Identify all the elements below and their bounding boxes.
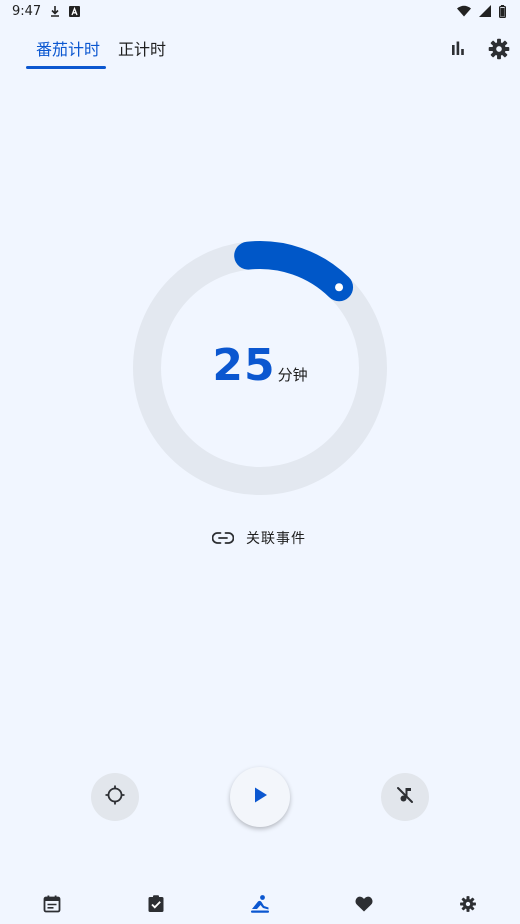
download-icon <box>49 5 61 17</box>
task-check-icon <box>146 894 166 914</box>
focus-mode-button[interactable] <box>91 773 139 821</box>
status-left: 9:47 <box>12 3 81 19</box>
music-off-icon <box>394 784 416 810</box>
timer-ring-progress <box>234 241 354 302</box>
tab-count-up-timer[interactable]: 正计时 <box>118 36 166 64</box>
tab-selected-indicator <box>26 66 106 69</box>
focus-person-icon <box>249 893 271 915</box>
gear-icon <box>458 894 478 914</box>
nav-settings[interactable] <box>456 892 480 916</box>
statistics-button[interactable] <box>445 36 471 62</box>
nav-favorites[interactable] <box>352 892 376 916</box>
background-sound-button[interactable] <box>381 773 429 821</box>
crosshair-icon <box>104 784 126 810</box>
bottom-navigation <box>0 880 520 924</box>
play-icon <box>250 785 270 809</box>
timer-minutes-value: 25 <box>212 340 276 391</box>
settings-button[interactable] <box>486 36 512 62</box>
start-timer-button[interactable] <box>230 767 290 827</box>
link-icon <box>212 531 234 545</box>
font-a-icon <box>69 5 81 17</box>
nav-focus[interactable] <box>248 892 272 916</box>
timer-unit-label: 分钟 <box>277 366 308 384</box>
calendar-icon <box>42 894 62 914</box>
wifi-icon <box>457 5 471 17</box>
signal-icon <box>479 5 491 17</box>
gear-icon <box>486 36 512 62</box>
nav-calendar[interactable] <box>40 892 64 916</box>
link-event-button[interactable]: 关联事件 <box>212 524 306 552</box>
nav-tasks[interactable] <box>144 892 168 916</box>
heart-icon <box>354 894 374 914</box>
battery-icon <box>499 4 506 18</box>
link-event-label: 关联事件 <box>246 531 306 547</box>
tab-pomodoro-timer[interactable]: 番茄计时 <box>36 36 100 64</box>
top-app-bar: 番茄计时 正计时 <box>0 22 520 72</box>
status-bar: 9:47 <box>0 0 520 22</box>
bar-chart-icon <box>445 36 471 62</box>
status-time: 9:47 <box>12 3 42 19</box>
timer-readout: 25 分钟 <box>126 340 394 400</box>
status-right <box>457 4 506 18</box>
timer-drag-handle <box>335 283 344 292</box>
